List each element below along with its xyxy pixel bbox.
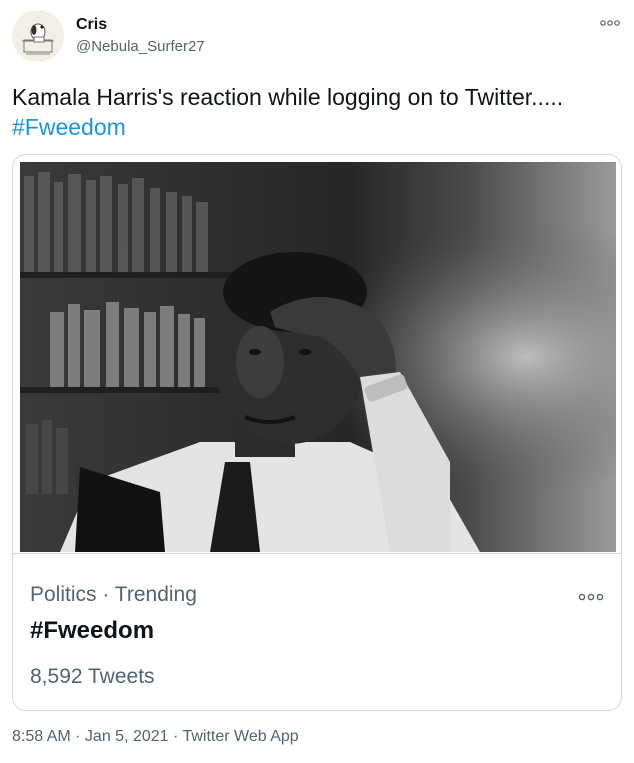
meta-separator: · [168, 728, 183, 745]
photo-icon [20, 162, 616, 552]
snoopy-avatar-icon [12, 10, 64, 62]
author-name[interactable]: Cris [76, 16, 107, 34]
tweet-body-text: Kamala Harris's reaction while logging o… [12, 84, 564, 110]
more-options-button[interactable] [598, 14, 622, 32]
meta-separator: · [70, 728, 85, 745]
tweet-header: Cris @Nebula_Surfer27 [12, 10, 622, 64]
trend-context: Politics · Trending [30, 583, 197, 606]
trend-tweet-count: 8,592 Tweets [30, 665, 155, 688]
tweet-text: Kamala Harris's reaction while logging o… [12, 82, 622, 142]
tweet-hashtag-link[interactable]: #Fweedom [12, 112, 622, 142]
author-handle[interactable]: @Nebula_Surfer27 [76, 38, 205, 55]
trend-card[interactable]: Politics · Trending #Fweedom 8,592 Tweet… [12, 154, 622, 711]
tweet-date[interactable]: Jan 5, 2021 [85, 728, 169, 745]
avatar[interactable] [12, 10, 64, 62]
tweet-meta: 8:58 AM · Jan 5, 2021 · Twitter Web App [12, 728, 299, 746]
more-dots-icon [578, 593, 604, 601]
trend-hashtag[interactable]: #Fweedom [30, 617, 154, 645]
more-dots-icon [600, 20, 620, 26]
card-photo [20, 162, 616, 552]
card-divider [13, 553, 621, 554]
tweet-source[interactable]: Twitter Web App [182, 728, 298, 745]
tweet-time[interactable]: 8:58 AM [12, 728, 71, 745]
card-more-options-button[interactable] [577, 589, 605, 605]
